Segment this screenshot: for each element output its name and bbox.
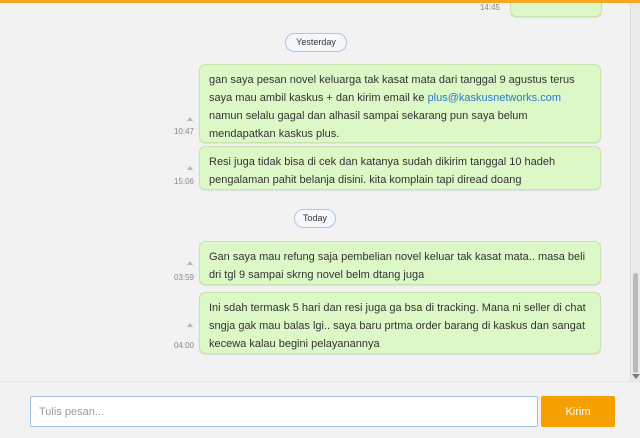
message-time: 03:59 <box>173 273 194 282</box>
message-bubble: Gan saya mau refung saja pembelian novel… <box>199 241 601 285</box>
sent-tick-icon <box>187 166 193 170</box>
day-separator-yesterday: Yesterday <box>285 33 347 52</box>
message-bubble: Ini sdah termask 5 hari dan resi juga ga… <box>199 292 601 354</box>
message-text: Ini sdah termask 5 hari dan resi juga ga… <box>209 302 586 350</box>
message-input[interactable] <box>30 396 538 427</box>
send-button[interactable]: Kirim <box>541 396 615 427</box>
message-text: namun selalu gagal dan alhasil sampai se… <box>209 110 528 140</box>
chat-history[interactable]: 14:45 Yesterday gan saya pesan novel kel… <box>0 3 630 381</box>
sent-tick-icon <box>187 117 193 121</box>
message-time: 10:47 <box>173 127 194 136</box>
email-link[interactable]: plus@kaskusnetworks.com <box>428 92 561 104</box>
scroll-down-arrow-icon[interactable] <box>632 374 640 379</box>
message-text: Gan saya mau refung saja pembelian novel… <box>209 251 586 281</box>
message-time: 04:00 <box>173 341 194 350</box>
previous-message-time: 14:45 <box>479 3 500 12</box>
composer-bar: Kirim <box>0 381 640 438</box>
sent-tick-icon <box>187 323 193 327</box>
message-text: Resi juga tidak bisa di cek dan katanya … <box>209 156 556 186</box>
chat-scrollbar[interactable] <box>630 3 640 381</box>
message-time: 15:06 <box>173 177 194 186</box>
day-separator-today: Today <box>294 209 336 228</box>
message-bubble: gan saya pesan novel keluarga tak kasat … <box>199 64 601 143</box>
message-bubble: Resi juga tidak bisa di cek dan katanya … <box>199 146 601 190</box>
scrollbar-thumb[interactable] <box>633 273 638 373</box>
previous-message-bubble <box>510 3 602 17</box>
sent-tick-icon <box>187 261 193 265</box>
